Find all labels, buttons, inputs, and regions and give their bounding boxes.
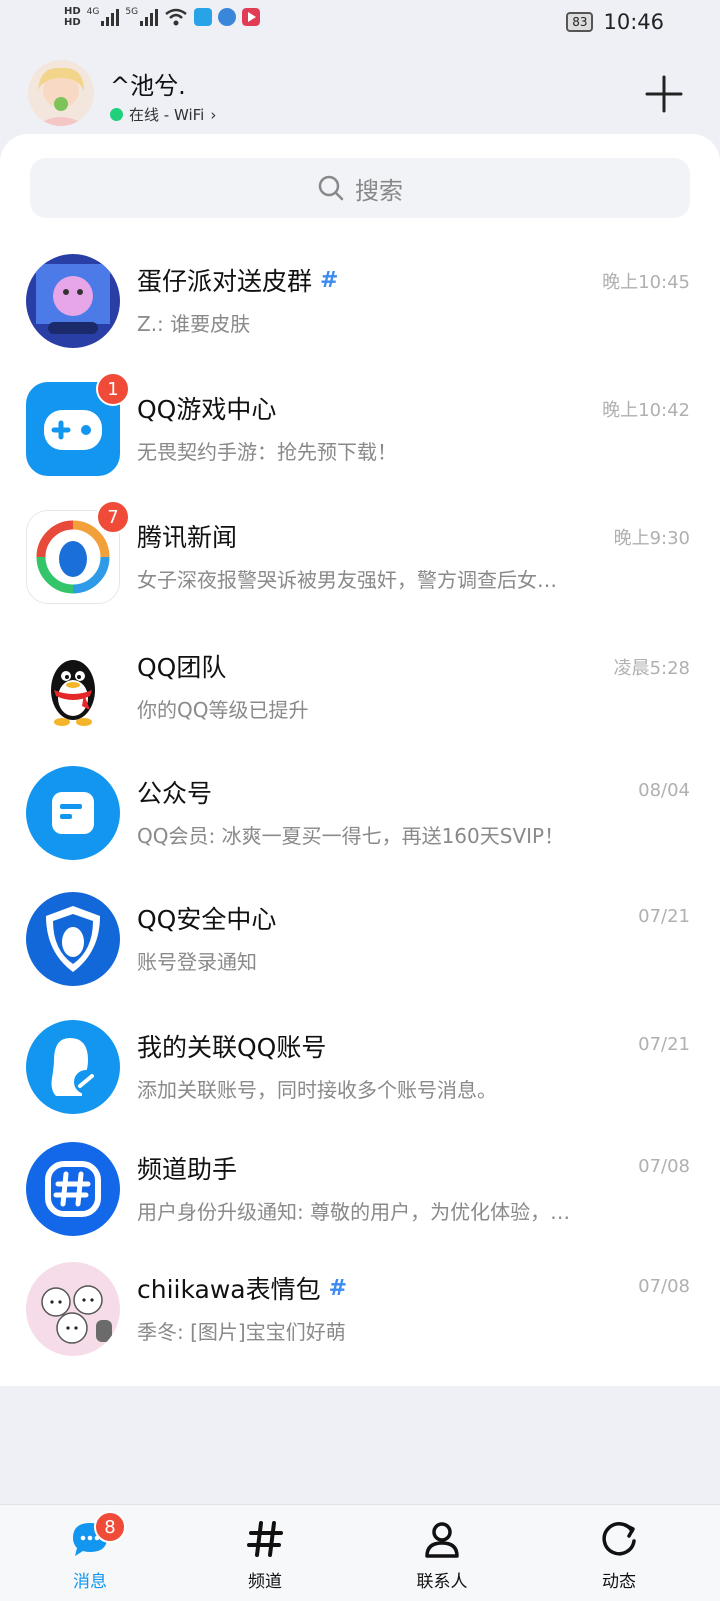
- chat-title: QQ团队: [137, 653, 227, 682]
- channel-hash-icon: #: [320, 267, 339, 293]
- official-account-icon: [26, 766, 120, 860]
- chat-title-line: QQ安全中心: [137, 900, 276, 936]
- security-shield-icon: [26, 892, 120, 986]
- clock: 10:46: [603, 10, 664, 34]
- online-status-text: 在线 - WiFi: [129, 106, 205, 124]
- status-icons: HD HD 4G 5G: [64, 6, 261, 28]
- chat-title: 腾讯新闻: [137, 523, 238, 552]
- tab-label: 联系人: [416, 1572, 468, 1592]
- chat-title-line: 腾讯新闻: [137, 518, 237, 554]
- tab-contacts[interactable]: 联系人: [392, 1513, 492, 1599]
- chiikawa-avatar: [26, 1262, 120, 1356]
- chat-time: 07/21: [638, 906, 690, 927]
- tab-moments[interactable]: 动态: [569, 1513, 669, 1599]
- chat-message: 用户身份升级通知: 尊敬的用户，为优化体验，…: [137, 1200, 571, 1224]
- battery-icon: 83: [566, 12, 594, 32]
- bottom-tab-bar: 8 消息 频道 联系人 动态: [0, 1504, 720, 1601]
- chat-message: Z.: 谁要皮肤: [137, 312, 251, 336]
- chat-title: 蛋仔派对送皮群: [137, 267, 313, 296]
- chat-row[interactable]: 1 QQ游戏中心 无畏契约手游：抢先预下载！ 晚上10:42: [0, 370, 720, 498]
- header: ^池兮. 在线 - WiFi ›: [0, 56, 720, 136]
- chevron-right-icon: ›: [210, 105, 217, 124]
- chat-message: 季冬: [图片]宝宝们好萌: [137, 1320, 346, 1344]
- chat-title: 我的关联QQ账号: [137, 1033, 327, 1062]
- chat-message: 账号登录通知: [137, 950, 257, 974]
- notification-app-icon: [194, 8, 213, 26]
- user-avatar[interactable]: [28, 60, 94, 126]
- chat-row[interactable]: QQ团队 你的QQ等级已提升 凌晨5:28: [0, 628, 720, 756]
- unread-badge: 1: [96, 372, 130, 406]
- chat-row[interactable]: QQ安全中心 账号登录通知 07/21: [0, 880, 720, 1008]
- channel-helper-icon: [26, 1142, 120, 1236]
- chat-row[interactable]: 蛋仔派对送皮群 # Z.: 谁要皮肤 晚上10:45: [0, 242, 720, 370]
- chat-title-line: 频道助手: [137, 1150, 237, 1186]
- chat-title: chiikawa表情包: [137, 1275, 321, 1304]
- chat-message: QQ会员: 冰爽一夏买一得七，再送160天SVIP！: [137, 824, 565, 848]
- chat-time: 晚上10:45: [602, 272, 690, 293]
- chat-message: 添加关联账号，同时接收多个账号消息。: [137, 1078, 497, 1102]
- qq-penguin-icon: [26, 640, 120, 734]
- unread-badge: 7: [96, 500, 130, 534]
- tab-label: 频道: [248, 1572, 282, 1592]
- contacts-icon: [425, 1522, 459, 1558]
- chat-title-line: chiikawa表情包 #: [137, 1270, 347, 1306]
- chat-time: 07/21: [638, 1034, 690, 1055]
- chat-title-line: QQ游戏中心: [137, 390, 276, 426]
- hash-icon: [247, 1521, 283, 1557]
- unread-badge: 8: [94, 1511, 126, 1543]
- chat-time: 07/08: [638, 1276, 690, 1297]
- network-type: 5G: [125, 7, 139, 17]
- username[interactable]: ^池兮.: [110, 66, 186, 101]
- status-right: 83 10:46: [566, 10, 664, 34]
- plus-icon[interactable]: [644, 74, 684, 114]
- chat-title-line: 我的关联QQ账号: [137, 1028, 326, 1064]
- chat-panel: 搜索 蛋仔派对送皮群 # Z.: 谁要皮肤 晚上10:45 1 QQ游戏中心 无…: [0, 134, 720, 1386]
- hd-label: HD: [64, 6, 81, 17]
- chat-title-line: 公众号: [137, 774, 212, 810]
- chat-message: 你的QQ等级已提升: [137, 698, 309, 722]
- chat-message: 女子深夜报警哭诉被男友强奸，警方调查后女…: [137, 568, 557, 592]
- video-app-icon: [242, 8, 261, 26]
- chat-row[interactable]: 公众号 QQ会员: 冰爽一夏买一得七，再送160天SVIP！ 08/04: [0, 754, 720, 882]
- moments-icon: [602, 1522, 636, 1556]
- tab-messages[interactable]: 8 消息: [40, 1511, 140, 1599]
- channel-hash-icon: #: [328, 1275, 348, 1301]
- chat-title-line: 蛋仔派对送皮群 #: [137, 262, 338, 298]
- search-bar[interactable]: 搜索: [30, 158, 690, 218]
- chat-message: 无畏契约手游：抢先预下载！: [137, 440, 397, 464]
- chat-title: 频道助手: [137, 1155, 238, 1184]
- online-status[interactable]: 在线 - WiFi ›: [110, 104, 216, 125]
- chat-time: 晚上9:30: [613, 528, 690, 549]
- chat-time: 07/08: [638, 1156, 690, 1177]
- chat-row[interactable]: chiikawa表情包 # 季冬: [图片]宝宝们好萌 07/08: [0, 1250, 720, 1378]
- chat-title: QQ安全中心: [137, 905, 277, 934]
- chat-row[interactable]: 我的关联QQ账号 添加关联账号，同时接收多个账号消息。 07/21: [0, 1008, 720, 1136]
- chat-row[interactable]: 7 腾讯新闻 女子深夜报警哭诉被男友强奸，警方调查后女… 晚上9:30: [0, 498, 720, 626]
- chat-title: 公众号: [137, 779, 213, 808]
- chat-title: QQ游戏中心: [137, 395, 277, 424]
- notification-app-icon: [218, 8, 237, 26]
- signal-icon: [140, 8, 159, 26]
- chat-title-line: QQ团队: [137, 648, 226, 684]
- chat-row[interactable]: 频道助手 用户身份升级通知: 尊敬的用户，为优化体验，… 07/08: [0, 1130, 720, 1258]
- online-dot: [110, 108, 123, 121]
- group-avatar: [26, 254, 120, 348]
- wifi-icon: [165, 8, 187, 26]
- status-bar: HD HD 4G 5G 83 10:46: [0, 0, 720, 48]
- tab-label: 消息: [73, 1572, 107, 1592]
- linked-account-icon: [26, 1020, 120, 1114]
- chat-time: 晚上10:42: [602, 400, 690, 421]
- network-type: 4G: [86, 7, 100, 17]
- tab-label: 动态: [602, 1572, 636, 1592]
- hd-label: HD: [64, 17, 81, 28]
- chat-time: 08/04: [638, 780, 690, 801]
- search-icon: [318, 175, 344, 201]
- chat-time: 凌晨5:28: [613, 658, 690, 679]
- hd-indicators: HD HD: [64, 6, 81, 28]
- tab-channels[interactable]: 频道: [215, 1513, 315, 1599]
- signal-icon: [101, 8, 120, 26]
- search-placeholder: 搜索: [355, 176, 403, 205]
